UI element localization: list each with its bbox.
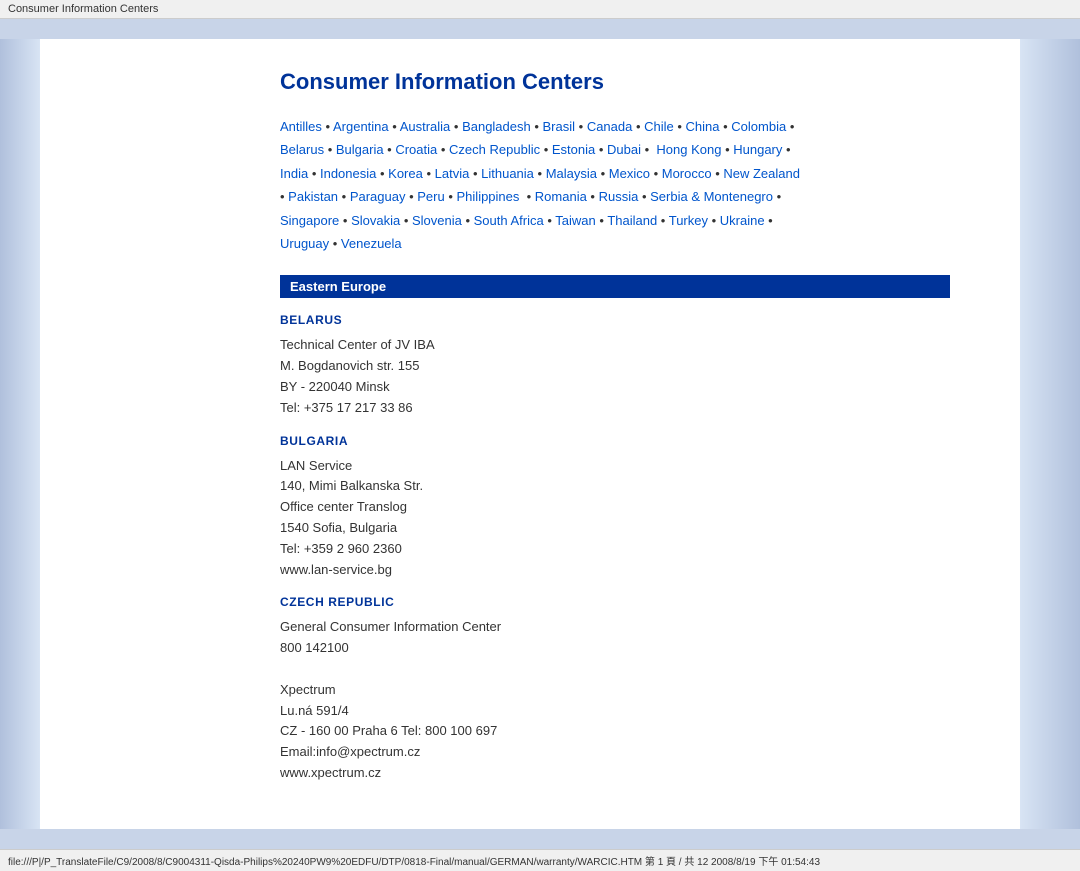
link-korea[interactable]: Korea [388,166,423,181]
link-canada[interactable]: Canada [587,119,633,134]
link-mexico[interactable]: Mexico [609,166,650,181]
side-panel-inner-right [990,39,1020,829]
country-info-line: Tel: +375 17 217 33 86 [280,398,950,419]
country-block: CZECH REPUBLIC General Consumer Informati… [280,595,950,783]
link-new-zealand[interactable]: New Zealand [723,166,800,181]
link-hong-kong[interactable]: Hong Kong [656,142,721,157]
country-block: BELARUS Technical Center of JV IBAM. Bogd… [280,313,950,418]
link-bulgaria[interactable]: Bulgaria [336,142,384,157]
link-south-africa[interactable]: South Africa [474,213,544,228]
title-bar: Consumer Information Centers [0,0,1080,19]
link-philippines[interactable]: Philippines [457,189,520,204]
link-slovakia[interactable]: Slovakia [351,213,400,228]
main-layout: Consumer Information Centers Antilles • … [0,19,1080,849]
country-info-line: 140, Mimi Balkanska Str. [280,476,950,497]
link-thailand[interactable]: Thailand [607,213,657,228]
side-panel-right [1020,39,1080,829]
link-argentina[interactable]: Argentina [333,119,389,134]
link-india[interactable]: India [280,166,308,181]
link-china[interactable]: China [686,119,720,134]
link-morocco[interactable]: Morocco [662,166,712,181]
link-paraguay[interactable]: Paraguay [350,189,406,204]
link-croatia[interactable]: Croatia [395,142,437,157]
country-info-line: 800 142100 [280,638,950,659]
link-turkey[interactable]: Turkey [669,213,708,228]
link-colombia[interactable]: Colombia [731,119,786,134]
link-pakistan[interactable]: Pakistan [288,189,338,204]
link-taiwan[interactable]: Taiwan [555,213,595,228]
link-serbia-montenegro[interactable]: Serbia & Montenegro [650,189,773,204]
link-latvia[interactable]: Latvia [435,166,470,181]
country-info-line: www.lan-service.bg [280,560,950,581]
link-dubai[interactable]: Dubai [607,142,641,157]
country-info-line: M. Bogdanovich str. 155 [280,356,950,377]
country-info-line: Office center Translog [280,497,950,518]
country-block: BULGARIA LAN Service140, Mimi Balkanska S… [280,434,950,581]
content-area: Consumer Information Centers Antilles • … [240,39,990,829]
link-chile[interactable]: Chile [644,119,674,134]
side-panel-inner-left [40,39,240,829]
link-brasil[interactable]: Brasil [543,119,576,134]
status-bar-text: file:///P|/P_TranslateFile/C9/2008/8/C90… [8,857,820,868]
country-info-line: BY - 220040 Minsk [280,377,950,398]
country-info-line: Lu.ná 591/4 [280,701,950,722]
country-info-line: LAN Service [280,456,950,477]
country-title: CZECH REPUBLIC [280,595,950,609]
link-estonia[interactable]: Estonia [552,142,595,157]
link-romania[interactable]: Romania [535,189,587,204]
link-malaysia[interactable]: Malaysia [546,166,597,181]
country-info: LAN Service140, Mimi Balkanska Str.Offic… [280,456,950,581]
link-antilles[interactable]: Antilles [280,119,322,134]
links-section: Antilles • Argentina • Australia • Bangl… [280,115,950,255]
link-hungary[interactable]: Hungary [733,142,782,157]
link-belarus[interactable]: Belarus [280,142,324,157]
title-bar-text: Consumer Information Centers [8,3,158,15]
link-slovenia[interactable]: Slovenia [412,213,462,228]
country-title: BELARUS [280,313,950,327]
country-info-line: Tel: +359 2 960 2360 [280,539,950,560]
link-venezuela[interactable]: Venezuela [341,236,402,251]
country-info-line: Xpectrum [280,680,950,701]
country-info-line: CZ - 160 00 Praha 6 Tel: 800 100 697 [280,721,950,742]
country-info-line: General Consumer Information Center [280,617,950,638]
link-bangladesh[interactable]: Bangladesh [462,119,531,134]
side-panel-left [0,39,40,829]
link-lithuania[interactable]: Lithuania [481,166,534,181]
country-info-line: Email:info@xpectrum.cz [280,742,950,763]
page-title: Consumer Information Centers [280,69,950,95]
link-czech-republic[interactable]: Czech Republic [449,142,540,157]
link-ukraine[interactable]: Ukraine [720,213,765,228]
link-russia[interactable]: Russia [599,189,639,204]
link-peru[interactable]: Peru [417,189,444,204]
country-info-line: www.xpectrum.cz [280,763,950,784]
countries-container: BELARUS Technical Center of JV IBAM. Bogd… [280,313,950,783]
link-indonesia[interactable]: Indonesia [320,166,376,181]
status-bar: file:///P|/P_TranslateFile/C9/2008/8/C90… [0,849,1080,871]
country-title: BULGARIA [280,434,950,448]
country-info: Technical Center of JV IBAM. Bogdanovich… [280,335,950,418]
link-singapore[interactable]: Singapore [280,213,339,228]
section-header: Eastern Europe [280,275,950,298]
country-info-line: Technical Center of JV IBA [280,335,950,356]
link-australia[interactable]: Australia [400,119,451,134]
country-info: General Consumer Information Center800 1… [280,617,950,783]
country-info-line: 1540 Sofia, Bulgaria [280,518,950,539]
link-uruguay[interactable]: Uruguay [280,236,329,251]
